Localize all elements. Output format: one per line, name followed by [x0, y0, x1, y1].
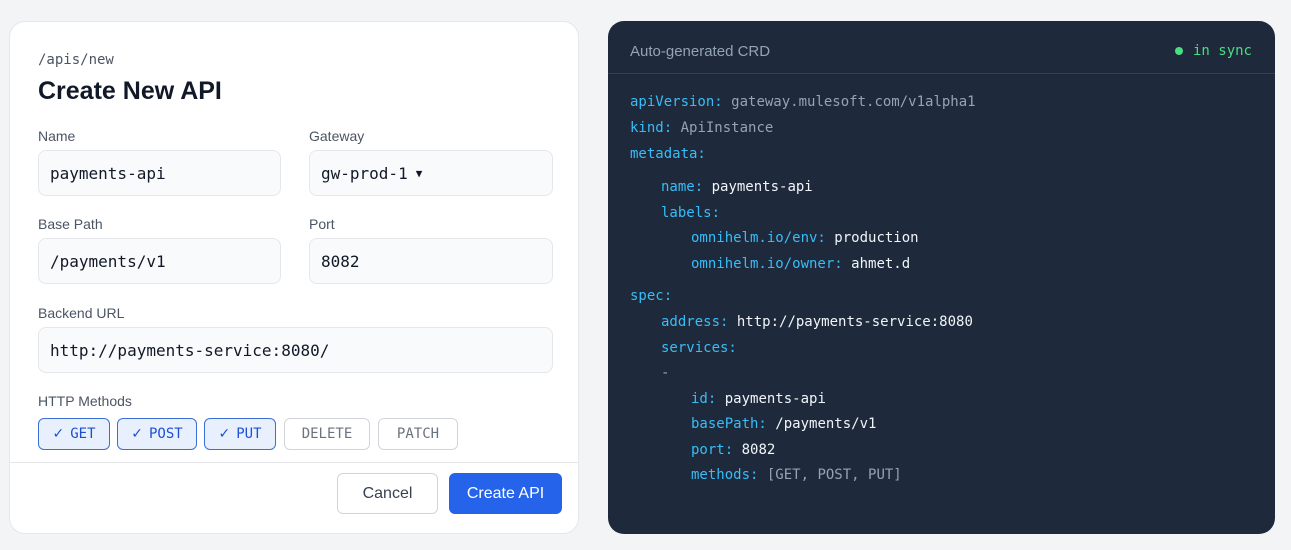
- sync-status-text: in sync: [1192, 43, 1252, 59]
- crd-preview-panel: Auto-generated CRD in sync apiVersion: g…: [608, 21, 1275, 534]
- yaml-line-list-dash: -: [661, 365, 670, 381]
- gateway-select-value: gw-prod-1: [321, 163, 408, 183]
- gateway-select[interactable]: gw-prod-1 ▼: [309, 150, 553, 196]
- method-label: POST: [149, 426, 183, 442]
- method-toggle-get[interactable]: ✓ GET: [38, 418, 110, 450]
- check-icon: ✓: [218, 426, 231, 442]
- port-input[interactable]: 8082: [309, 238, 553, 284]
- method-label: GET: [70, 426, 96, 442]
- page-title: Create New API: [38, 77, 222, 105]
- yaml-line-labels: labels:: [661, 205, 721, 221]
- yaml-line-port: port: 8082: [691, 442, 776, 458]
- caret-down-icon: ▼: [415, 166, 423, 180]
- method-label: DELETE: [301, 426, 353, 442]
- yaml-line-owner: omnihelm.io/owner: ahmet.d: [691, 256, 911, 272]
- yaml-line-methods: methods: [GET, POST, PUT]: [691, 467, 902, 483]
- check-icon: ✓: [131, 426, 143, 442]
- yaml-line-kind: kind: ApiInstance: [630, 120, 774, 136]
- backend-url-label: Backend URL: [38, 305, 125, 321]
- sync-status-badge: in sync: [1174, 43, 1252, 59]
- yaml-line-api-version: apiVersion: gateway.mulesoft.com/v1alpha…: [630, 94, 976, 110]
- check-icon: ✓: [52, 426, 65, 442]
- gateway-label: Gateway: [309, 128, 365, 144]
- crd-preview-header: Auto-generated CRD in sync: [608, 21, 1275, 74]
- method-label: PATCH: [396, 426, 440, 442]
- http-methods-label: HTTP Methods: [38, 393, 132, 409]
- base-path-input[interactable]: /payments/v1: [38, 238, 281, 284]
- method-toggle-post[interactable]: ✓ POST: [117, 418, 197, 450]
- backend-url-input[interactable]: http://payments-service:8080/: [38, 327, 553, 373]
- name-input[interactable]: payments-api: [38, 150, 281, 196]
- cancel-button[interactable]: Cancel: [337, 473, 438, 514]
- crd-preview-title: Auto-generated CRD: [630, 43, 771, 60]
- name-label: Name: [38, 128, 76, 144]
- method-toggle-delete[interactable]: DELETE: [284, 418, 370, 450]
- yaml-line-spec: spec:: [630, 288, 673, 304]
- yaml-line-base-path: basePath: /payments/v1: [691, 416, 877, 432]
- route-path: /apis/new: [38, 52, 114, 68]
- base-path-input-value: /payments/v1: [50, 251, 166, 271]
- port-label: Port: [309, 216, 335, 232]
- yaml-line-name: name: payments-api: [661, 179, 813, 195]
- yaml-line-services: services:: [661, 340, 737, 356]
- method-toggle-patch[interactable]: PATCH: [378, 418, 458, 450]
- create-api-form: /apis/new Create New API Name payments-a…: [9, 21, 579, 534]
- base-path-label: Base Path: [38, 216, 103, 232]
- status-dot-icon: [1174, 47, 1183, 55]
- yaml-line-env: omnihelm.io/env: production: [691, 230, 919, 246]
- backend-url-input-value: http://payments-service:8080/: [50, 340, 330, 360]
- create-api-button[interactable]: Create API: [449, 473, 562, 514]
- yaml-line-metadata: metadata:: [630, 146, 706, 162]
- name-input-value: payments-api: [50, 163, 166, 183]
- yaml-line-address: address: http://payments-service:8080: [661, 314, 973, 330]
- method-toggle-put[interactable]: ✓ PUT: [204, 418, 276, 450]
- method-label: PUT: [236, 426, 262, 442]
- footer-divider: [10, 462, 578, 463]
- port-input-value: 8082: [321, 251, 360, 271]
- yaml-line-id: id: payments-api: [691, 391, 826, 407]
